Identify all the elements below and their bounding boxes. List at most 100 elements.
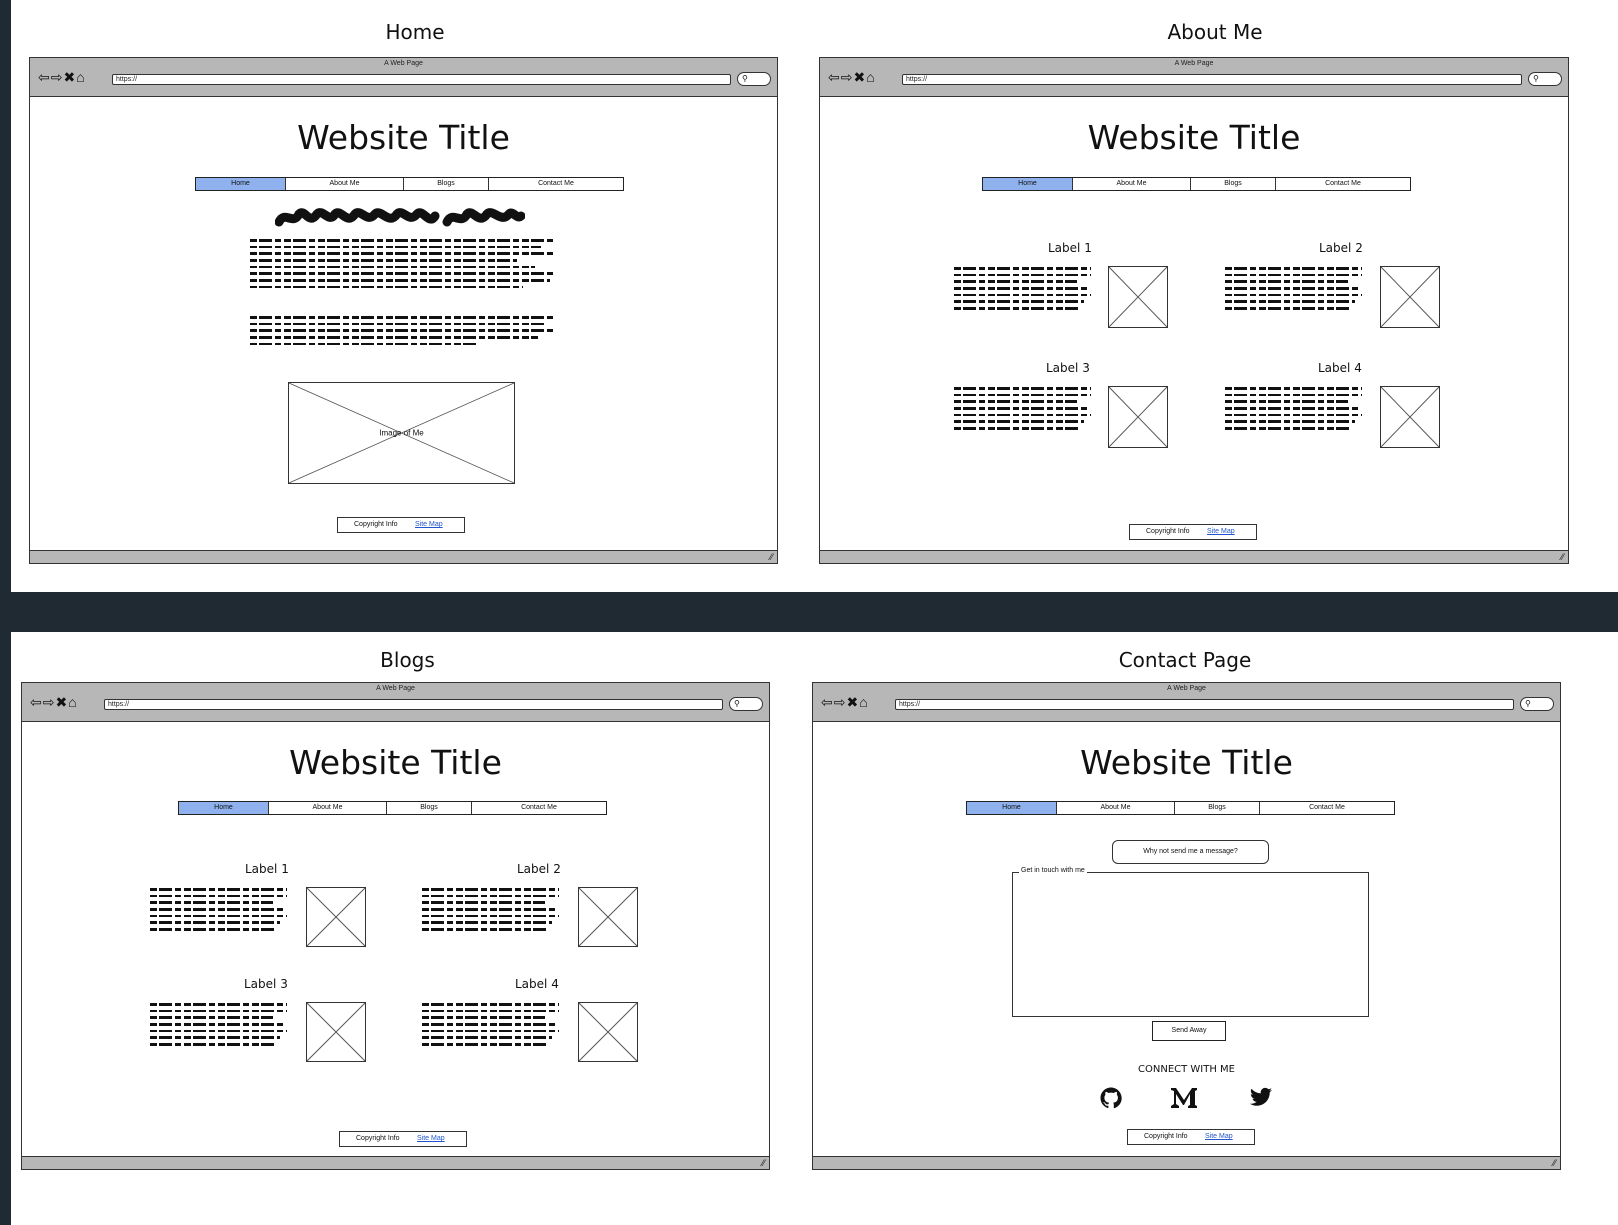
card-label-4: Label 4	[1318, 361, 1362, 375]
url-field[interactable]: https://	[902, 74, 1522, 85]
footer: Copyright Info Site Map	[339, 1131, 467, 1147]
fieldset-legend: Get in touch with me	[1019, 867, 1087, 874]
tab-title: A Web Page	[384, 60, 423, 67]
contact-caption: Contact Page	[1118, 648, 1252, 672]
browser-nav-icons[interactable]: ⇦⇨✖⌂	[30, 695, 78, 709]
resize-grip-icon[interactable]: ⁄⁄	[1561, 551, 1564, 563]
send-away-button[interactable]: Send Away	[1152, 1021, 1226, 1041]
nav-item-contact[interactable]: Contact Me	[472, 802, 606, 814]
url-field[interactable]: https://	[112, 74, 731, 85]
copyright-info: Copyright Info	[354, 521, 398, 528]
nav-item-home[interactable]: Home	[179, 802, 269, 814]
card-text-4	[1225, 387, 1362, 434]
nav-item-about[interactable]: About Me	[269, 802, 387, 814]
nav-item-contact[interactable]: Contact Me	[489, 178, 623, 190]
card-image-3	[1108, 386, 1168, 448]
site-map-link[interactable]: Site Map	[1207, 525, 1235, 539]
status-bar: ⁄⁄	[30, 550, 777, 563]
about-caption: About Me	[1167, 20, 1263, 44]
search-icon: ⚲	[734, 699, 740, 708]
image-label: Image of Me	[379, 428, 424, 438]
nav-item-about[interactable]: About Me	[1073, 178, 1191, 190]
nav-item-about[interactable]: About Me	[286, 178, 404, 190]
card-label-2: Label 2	[517, 862, 561, 876]
copyright-info: Copyright Info	[356, 1135, 400, 1142]
footer: Copyright Info Site Map	[337, 517, 465, 533]
scribbled-heading	[275, 208, 525, 227]
nav-item-blogs[interactable]: Blogs	[404, 178, 489, 190]
copyright-info: Copyright Info	[1146, 528, 1190, 535]
browser-nav-icons[interactable]: ⇦⇨✖⌂	[38, 70, 86, 84]
browser-nav-icons[interactable]: ⇦⇨✖⌂	[821, 695, 869, 709]
nav-item-blogs[interactable]: Blogs	[387, 802, 472, 814]
scribbled-paragraph-2	[250, 316, 553, 349]
site-title: Website Title	[1080, 743, 1293, 782]
browser-nav-icons[interactable]: ⇦⇨✖⌂	[828, 70, 876, 84]
card-image-1	[1108, 266, 1168, 328]
resize-grip-icon[interactable]: ⁄⁄	[770, 551, 773, 563]
search-button[interactable]: ⚲	[737, 72, 771, 86]
site-map-link[interactable]: Site Map	[415, 518, 443, 532]
url-field[interactable]: https://	[895, 699, 1514, 710]
site-map-link[interactable]: Site Map	[417, 1132, 445, 1146]
contact-browser-window: A Web Page ⇦⇨✖⌂ https:// ⚲ Website Title…	[812, 682, 1561, 1170]
card-label-3: Label 3	[244, 977, 288, 991]
footer: Copyright Info Site Map	[1127, 1129, 1255, 1145]
home-browser-window: A Web Page ⇦⇨✖⌂ https:// ⚲ Website Title…	[29, 57, 778, 564]
search-icon: ⚲	[742, 74, 748, 83]
nav-item-contact[interactable]: Contact Me	[1260, 802, 1394, 814]
nav-item-home[interactable]: Home	[983, 178, 1073, 190]
card-label-2: Label 2	[1319, 241, 1363, 255]
tab-title: A Web Page	[1174, 60, 1214, 67]
copyright-info: Copyright Info	[1144, 1133, 1188, 1140]
status-bar: ⁄⁄	[820, 550, 1568, 563]
nav-menu[interactable]: Home About Me Blogs Contact Me	[195, 177, 624, 191]
resize-grip-icon[interactable]: ⁄⁄	[1553, 1157, 1556, 1169]
site-title: Website Title	[1087, 118, 1301, 157]
nav-item-home[interactable]: Home	[196, 178, 286, 190]
status-bar: ⁄⁄	[22, 1156, 769, 1169]
card-image-4	[1380, 386, 1440, 448]
site-map-link[interactable]: Site Map	[1205, 1130, 1233, 1144]
medium-icon[interactable]	[1170, 1085, 1198, 1111]
search-icon: ⚲	[1525, 699, 1531, 708]
tab-title: A Web Page	[376, 685, 415, 692]
card-text-2	[422, 888, 559, 935]
search-button[interactable]: ⚲	[1528, 72, 1562, 86]
resize-grip-icon[interactable]: ⁄⁄	[762, 1157, 765, 1169]
card-label-4: Label 4	[515, 977, 559, 991]
github-icon[interactable]	[1099, 1086, 1123, 1110]
card-image-4	[578, 1002, 638, 1062]
nav-menu[interactable]: Home About Me Blogs Contact Me	[982, 177, 1411, 191]
nav-menu[interactable]: Home About Me Blogs Contact Me	[966, 801, 1395, 815]
connect-heading: CONNECT WITH ME	[1138, 1064, 1235, 1075]
scribbled-paragraph-1	[250, 239, 553, 293]
card-image-2	[578, 887, 638, 947]
card-image-3	[306, 1002, 366, 1062]
card-image-2	[1380, 266, 1440, 328]
browser-chrome: A Web Page ⇦⇨✖⌂ https:// ⚲	[30, 58, 777, 97]
twitter-icon[interactable]	[1249, 1087, 1273, 1109]
nav-item-blogs[interactable]: Blogs	[1191, 178, 1276, 190]
card-label-3: Label 3	[1046, 361, 1090, 375]
card-label-1: Label 1	[245, 862, 289, 876]
blogs-caption: Blogs	[380, 648, 435, 672]
search-button[interactable]: ⚲	[729, 697, 763, 711]
search-button[interactable]: ⚲	[1520, 697, 1554, 711]
about-browser-window: A Web Page ⇦⇨✖⌂ https:// ⚲ Website Title…	[819, 57, 1569, 564]
card-image-1	[306, 887, 366, 947]
browser-chrome: A Web Page ⇦⇨✖⌂ https:// ⚲	[820, 58, 1568, 97]
card-text-2	[1225, 267, 1362, 314]
nav-item-about[interactable]: About Me	[1057, 802, 1175, 814]
speech-bubble: Why not send me a message?	[1112, 840, 1269, 864]
message-fieldset[interactable]: Get in touch with me	[1012, 867, 1369, 1017]
card-text-3	[954, 387, 1091, 434]
image-of-me-placeholder: Image of Me	[288, 382, 515, 484]
site-title: Website Title	[289, 743, 502, 782]
nav-item-contact[interactable]: Contact Me	[1276, 178, 1410, 190]
nav-item-home[interactable]: Home	[967, 802, 1057, 814]
nav-item-blogs[interactable]: Blogs	[1175, 802, 1260, 814]
browser-chrome: A Web Page ⇦⇨✖⌂ https:// ⚲	[813, 683, 1560, 722]
nav-menu[interactable]: Home About Me Blogs Contact Me	[178, 801, 607, 815]
url-field[interactable]: https://	[104, 699, 723, 710]
